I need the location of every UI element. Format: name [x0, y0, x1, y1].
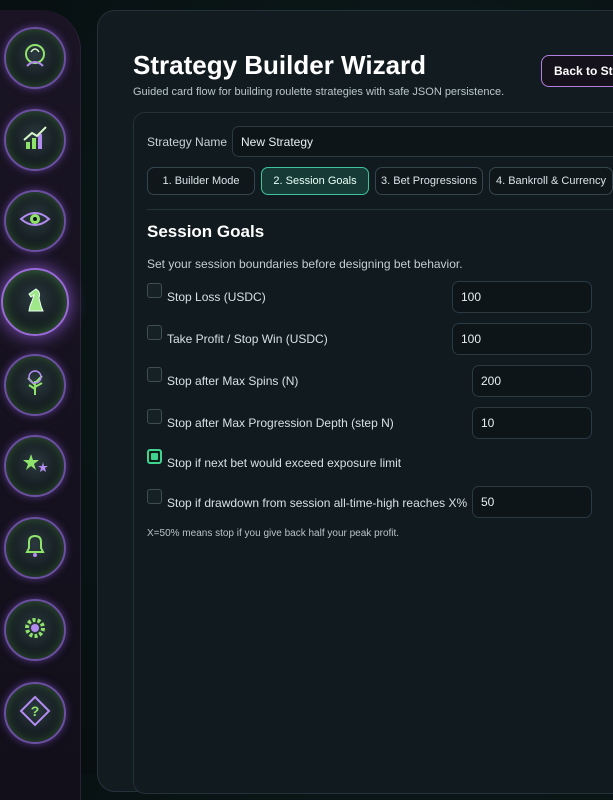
- max-progression-depth-input[interactable]: [472, 407, 592, 439]
- strategy-name-label: Strategy Name: [147, 135, 228, 149]
- max-progression-depth-label: Stop after Max Progression Depth (step N…: [167, 416, 394, 430]
- take-profit-input[interactable]: [452, 323, 592, 355]
- svg-text:?: ?: [31, 703, 40, 719]
- section-description: Set your session boundaries before desig…: [147, 257, 463, 271]
- max-spins-label: Stop after Max Spins (N): [167, 374, 299, 388]
- back-button[interactable]: Back to Str: [541, 55, 613, 87]
- leaf-head-icon: [17, 38, 53, 79]
- tree-icon: [17, 365, 53, 406]
- take-profit-checkbox[interactable]: [147, 325, 162, 340]
- take-profit-label: Take Profit / Stop Win (USDC): [167, 332, 328, 346]
- sidebar-item-eye[interactable]: [4, 190, 66, 252]
- sidebar-item-stars[interactable]: [4, 435, 66, 497]
- max-spins-checkbox[interactable]: [147, 367, 162, 382]
- max-spins-input[interactable]: [472, 365, 592, 397]
- gear-icon: [17, 610, 53, 651]
- sidebar-item-tree[interactable]: [4, 354, 66, 416]
- stop-loss-label: Stop Loss (USDC): [167, 290, 266, 304]
- sidebar-item-growth-chart[interactable]: [4, 109, 66, 171]
- tab-bankroll-currency[interactable]: 4. Bankroll & Currency: [489, 167, 613, 195]
- sidebar-item-chess-knight[interactable]: [1, 268, 69, 336]
- stop-loss-input[interactable]: [452, 281, 592, 313]
- page-subtitle: Guided card flow for building roulette s…: [133, 86, 505, 98]
- drawdown-label: Stop if drawdown from session all-time-h…: [167, 496, 468, 510]
- strategy-name-input[interactable]: [232, 126, 613, 157]
- drawdown-input[interactable]: [472, 486, 592, 518]
- chess-knight-icon: [17, 282, 53, 323]
- sidebar-item-bell[interactable]: [4, 517, 66, 579]
- section-title: Session Goals: [147, 222, 265, 241]
- tab-builder-mode[interactable]: 1. Builder Mode: [147, 167, 255, 195]
- sidebar-item-question-diamond[interactable]: ?: [4, 682, 66, 744]
- sidebar-item-gear[interactable]: [4, 599, 66, 661]
- stop-loss-checkbox[interactable]: [147, 283, 162, 298]
- tab-bet-progressions[interactable]: 3. Bet Progressions: [375, 167, 483, 195]
- tab-session-goals[interactable]: 2. Session Goals: [261, 167, 369, 195]
- eye-icon: [17, 201, 53, 242]
- sidebar-item-leaf-head[interactable]: [4, 27, 66, 89]
- bell-icon: [17, 528, 53, 569]
- drawdown-checkbox[interactable]: [147, 489, 162, 504]
- exposure-limit-checkbox[interactable]: [147, 449, 162, 464]
- max-progression-depth-checkbox[interactable]: [147, 409, 162, 424]
- page-title: Strategy Builder Wizard: [133, 50, 427, 80]
- section-divider: [147, 209, 613, 210]
- stars-icon: [17, 446, 53, 487]
- question-diamond-icon: ?: [17, 693, 53, 734]
- growth-chart-icon: [17, 120, 53, 161]
- drawdown-hint: X=50% means stop if you give back half y…: [147, 528, 400, 539]
- builder-panel: [133, 112, 613, 794]
- exposure-limit-label: Stop if next bet would exceed exposure l…: [167, 456, 402, 470]
